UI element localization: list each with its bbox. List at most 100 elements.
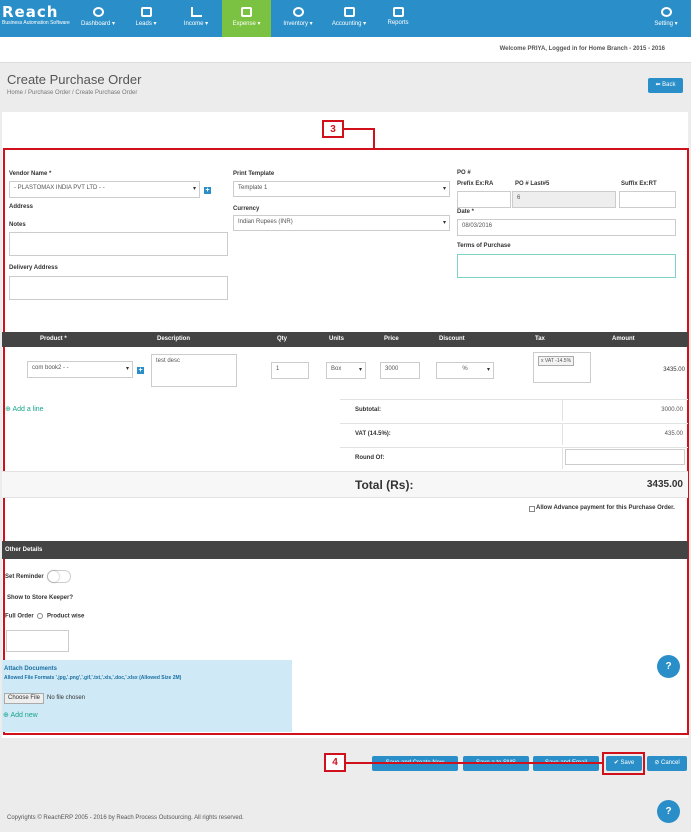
nav-expense[interactable]: Expense ▾	[222, 0, 271, 37]
divider	[562, 448, 563, 469]
chevron-down-icon: ▾	[192, 186, 196, 192]
toggle-knob	[48, 571, 59, 582]
tax-multiselect[interactable]: x VAT -14.5%	[533, 352, 591, 383]
help-chat-icon[interactable]: ?	[657, 655, 680, 678]
po-label: PO #	[457, 170, 471, 176]
nav-income[interactable]: Income ▾	[174, 0, 218, 37]
top-navbar: Reach Business Automation Software Dashb…	[0, 0, 691, 37]
nav-dashboard[interactable]: Dashboard ▾	[78, 0, 118, 37]
units-value: Box	[331, 366, 342, 372]
vat-value: 435.00	[664, 431, 683, 437]
calculator-icon	[343, 7, 355, 17]
currency-value: Indian Rupees (INR)	[238, 219, 293, 225]
units-select[interactable]: Box ▾	[326, 362, 366, 379]
product-table-header: Product * Description Qty Units Price Di…	[2, 332, 688, 347]
nav-accounting[interactable]: Accounting ▾	[326, 0, 372, 37]
store-note-textarea[interactable]	[6, 630, 69, 652]
welcome-bar: Welcome PRIYA, Logged in for Home Branch…	[0, 37, 691, 63]
nav-accounting-label: Accounting ▾	[331, 21, 367, 27]
po-number-input[interactable]: 6	[512, 191, 616, 208]
plus-circle-icon: ⊕	[5, 406, 11, 413]
roundof-input[interactable]	[565, 449, 685, 465]
subtotal-value: 3000.00	[661, 407, 683, 413]
nav-setting-label: Setting ▾	[654, 21, 678, 27]
prefix-label: Prefix Ex:RA	[457, 181, 494, 187]
breadcrumb[interactable]: Home / Purchase Order / Create Purchase …	[7, 90, 137, 96]
subtotal-row: Subtotal: 3000.00	[340, 399, 688, 421]
notes-textarea[interactable]	[9, 232, 228, 256]
row-amount: 3435.00	[663, 367, 685, 373]
full-order-label[interactable]: Full Order	[5, 614, 34, 620]
roundof-label: Round Of:	[355, 455, 385, 461]
nav-reports[interactable]: Reports	[378, 0, 418, 37]
product-select[interactable]: com book2 - - ▾	[27, 361, 133, 378]
attach-documents-section: Attach Documents Allowed File Formats '.…	[2, 660, 292, 732]
nav-inventory[interactable]: Inventory ▾	[276, 0, 320, 37]
vat-label: VAT (14.5%):	[355, 431, 391, 437]
nav-dashboard-label: Dashboard ▾	[80, 21, 116, 27]
product-wise-label[interactable]: Product wise	[47, 614, 84, 620]
back-button[interactable]: ⬅ Back	[648, 78, 683, 93]
help-chat-icon-bottom[interactable]: ?	[657, 800, 680, 823]
qty-input[interactable]: 1	[271, 362, 309, 379]
notes-label: Notes	[9, 222, 26, 228]
currency-select[interactable]: Indian Rupees (INR) ▾	[233, 215, 450, 231]
advance-payment-label: Allow Advance payment for this Purchase …	[536, 505, 675, 511]
print-template-value: Template 1	[238, 185, 268, 191]
delivery-address-textarea[interactable]	[9, 276, 228, 300]
reminder-toggle[interactable]	[47, 570, 71, 583]
col-product: Product *	[40, 336, 67, 342]
other-details-header: Other Details	[2, 541, 688, 559]
brand-name: Reach	[2, 3, 59, 21]
attach-title: Attach Documents	[4, 666, 58, 672]
subtotal-label: Subtotal:	[355, 407, 381, 413]
choose-file-button[interactable]: Choose File	[4, 693, 44, 704]
welcome-text: Welcome PRIYA, Logged in for Home Branch…	[499, 46, 665, 52]
col-description: Description	[157, 336, 191, 342]
chevron-down-icon: ▾	[486, 367, 490, 373]
po-last-label: PO # Last#5	[515, 181, 550, 187]
plus-circle-icon: ⊕	[3, 712, 9, 719]
divider	[562, 400, 563, 421]
add-vendor-icon[interactable]: +	[204, 187, 211, 194]
discount-value: %	[462, 366, 468, 372]
terms-textarea[interactable]	[457, 254, 676, 278]
tax-tag[interactable]: x VAT -14.5%	[538, 356, 575, 366]
cancel-button[interactable]: ⊘ Cancel	[647, 756, 687, 771]
price-input[interactable]: 3000	[380, 362, 420, 379]
vat-row: VAT (14.5%): 435.00	[340, 423, 688, 445]
nav-expense-label: Expense ▾	[232, 21, 261, 27]
total-row: Total (Rs): 3435.00	[2, 471, 688, 498]
description-textarea[interactable]: test desc	[151, 354, 237, 387]
chevron-down-icon: ▾	[125, 366, 129, 372]
income-icon	[190, 7, 202, 17]
terms-label: Terms of Purchase	[457, 243, 511, 249]
print-template-select[interactable]: Template 1 ▾	[233, 181, 450, 197]
annotation-box-4	[602, 752, 645, 775]
total-value: 3435.00	[646, 479, 683, 490]
brand-logo[interactable]: Reach Business Automation Software	[2, 3, 72, 35]
chevron-down-icon: ▾	[442, 220, 446, 226]
add-product-icon[interactable]: +	[137, 367, 144, 374]
product-wise-radio[interactable]	[37, 613, 44, 619]
discount-select[interactable]: % ▾	[436, 362, 494, 379]
dashboard-icon	[92, 7, 104, 17]
nav-income-label: Income ▾	[183, 21, 209, 27]
chevron-down-icon: ▾	[358, 367, 362, 373]
add-new-link[interactable]: ⊕ Add new	[3, 711, 38, 719]
vendor-value: - PLASTOMAX INDIA PVT LTD - -	[14, 185, 105, 191]
inventory-icon	[292, 7, 304, 17]
gear-icon	[660, 7, 672, 17]
add-new-label: Add new	[10, 712, 38, 719]
col-units: Units	[329, 336, 344, 342]
prefix-input[interactable]	[457, 191, 511, 208]
advance-payment-checkbox[interactable]	[529, 506, 535, 512]
nav-setting[interactable]: Setting ▾	[646, 0, 686, 37]
add-line-link[interactable]: ⊕ Add a line	[5, 405, 44, 413]
footer-copyright: Copyrights © ReachERP 2005 - 2016 by Rea…	[7, 815, 244, 821]
vendor-select[interactable]: - PLASTOMAX INDIA PVT LTD - - ▾	[9, 181, 200, 198]
nav-leads[interactable]: Leads ▾	[126, 0, 166, 37]
date-input[interactable]: 08/03/2016	[457, 219, 676, 236]
suffix-input[interactable]	[619, 191, 676, 208]
col-tax: Tax	[535, 336, 545, 342]
